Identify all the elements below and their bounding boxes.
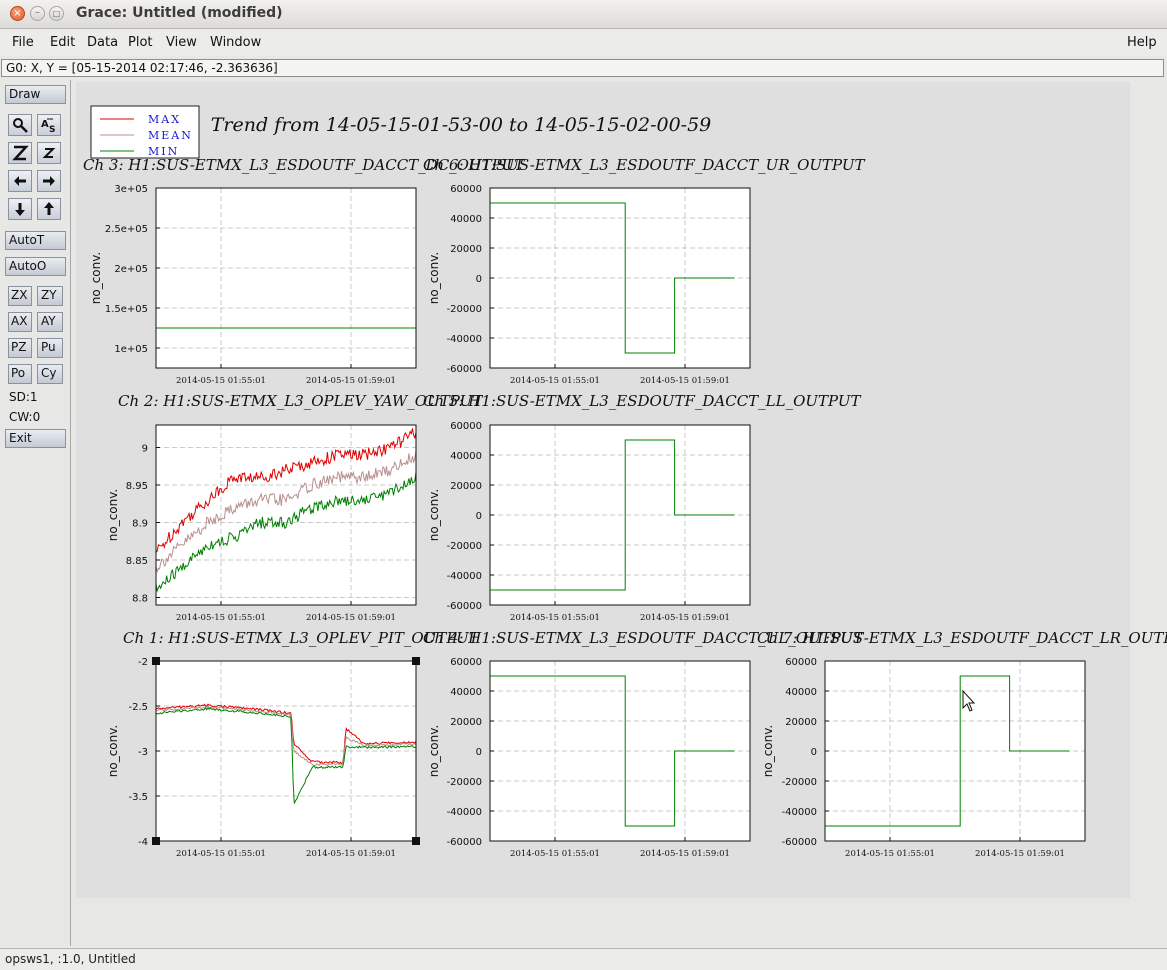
chart-ch5[interactable]: Ch 5: H1:SUS-ETMX_L3_ESDOUTF_DACCT_LL_OU… <box>423 392 862 623</box>
y-tick-label: 3e+05 <box>114 184 148 195</box>
x-tick-label: 2014-05-15 01:55:01 <box>510 376 600 386</box>
chart-title-ch5: Ch 5: H1:SUS-ETMX_L3_ESDOUTF_DACCT_LL_OU… <box>423 392 862 410</box>
y-tick-label: -4 <box>138 837 148 848</box>
y-tick-label: -3 <box>138 747 148 758</box>
selection-handle[interactable] <box>152 837 160 845</box>
y-tick-label: -20000 <box>447 777 482 788</box>
y-tick-label: -60000 <box>447 837 482 848</box>
chart-ch7[interactable]: Ch 7: H1:SUS-ETMX_L3_ESDOUTF_DACCT_LR_OU… <box>757 629 1167 859</box>
x-tick-label: 2014-05-15 01:59:01 <box>640 849 730 859</box>
selection-handle[interactable] <box>412 837 420 845</box>
x-tick-label: 2014-05-15 01:55:01 <box>845 849 935 859</box>
y-tick-label: -20000 <box>447 541 482 552</box>
y-tick-label: 2.5e+05 <box>105 224 148 235</box>
y-tick-label: 20000 <box>785 717 817 728</box>
chart-ch6[interactable]: Ch 6: H1:SUS-ETMX_L3_ESDOUTF_DACCT_UR_OU… <box>423 156 866 386</box>
x-tick-label: 2014-05-15 01:55:01 <box>176 376 266 386</box>
y-tick-label: 60000 <box>450 184 482 195</box>
plot-area-ch3 <box>156 188 416 368</box>
y-axis-label: no_conv. <box>427 725 441 777</box>
y-tick-label: 8.9 <box>132 519 148 530</box>
y-tick-label: -20000 <box>447 304 482 315</box>
status-bar: opsws1, :1.0, Untitled <box>0 948 1167 970</box>
selection-handle[interactable] <box>152 657 160 665</box>
x-tick-label: 2014-05-15 01:59:01 <box>306 849 396 859</box>
y-tick-label: -60000 <box>447 364 482 375</box>
y-tick-label: 60000 <box>450 421 482 432</box>
y-tick-label: -40000 <box>447 807 482 818</box>
y-tick-label: -2 <box>138 657 148 668</box>
y-tick-label: -20000 <box>782 777 817 788</box>
y-tick-label: 0 <box>476 747 482 758</box>
x-tick-label: 2014-05-15 01:55:01 <box>176 613 266 623</box>
y-tick-label: 20000 <box>450 481 482 492</box>
y-tick-label: 1.5e+05 <box>105 304 148 315</box>
y-tick-label: 8.95 <box>126 481 148 492</box>
y-tick-label: -60000 <box>447 601 482 612</box>
plot-area-ch2 <box>156 425 416 605</box>
y-tick-label: 40000 <box>785 687 817 698</box>
x-tick-label: 2014-05-15 01:59:01 <box>640 613 730 623</box>
y-tick-label: 40000 <box>450 687 482 698</box>
y-tick-label: 0 <box>476 274 482 285</box>
y-axis-label: no_conv. <box>106 725 120 777</box>
chart-ch1[interactable]: Ch 1: H1:SUS-ETMX_L3_OPLEV_PIT_OUTPUT-4-… <box>106 629 480 859</box>
y-axis-label: no_conv. <box>427 489 441 541</box>
y-tick-label: 1e+05 <box>114 344 148 355</box>
x-tick-label: 2014-05-15 01:55:01 <box>510 849 600 859</box>
y-tick-label: 2e+05 <box>114 264 148 275</box>
x-tick-label: 2014-05-15 01:55:01 <box>176 849 266 859</box>
y-tick-label: -40000 <box>447 334 482 345</box>
y-tick-label: 20000 <box>450 244 482 255</box>
y-axis-label: no_conv. <box>427 252 441 304</box>
selection-handle[interactable] <box>412 657 420 665</box>
y-tick-label: 0 <box>811 747 817 758</box>
x-tick-label: 2014-05-15 01:55:01 <box>510 613 600 623</box>
y-tick-label: 0 <box>476 511 482 522</box>
plot-canvas[interactable]: Trend from 14-05-15-01-53-00 to 14-05-15… <box>0 0 1167 970</box>
x-tick-label: 2014-05-15 01:59:01 <box>640 376 730 386</box>
y-axis-label: no_conv. <box>761 725 775 777</box>
y-tick-label: 8.8 <box>132 594 148 605</box>
legend-label-mean: MEAN <box>148 129 193 142</box>
y-tick-label: 40000 <box>450 451 482 462</box>
y-tick-label: 40000 <box>450 214 482 225</box>
y-tick-label: -2.5 <box>128 702 148 713</box>
x-tick-label: 2014-05-15 01:59:01 <box>306 613 396 623</box>
legend: MAX MEAN MIN <box>90 105 200 159</box>
y-tick-label: 60000 <box>450 657 482 668</box>
legend-label-max: MAX <box>148 113 181 126</box>
y-tick-label: -40000 <box>447 571 482 582</box>
y-tick-label: 8.85 <box>126 556 148 567</box>
x-tick-label: 2014-05-15 01:59:01 <box>306 376 396 386</box>
y-tick-label: -60000 <box>782 837 817 848</box>
page-title: Trend from 14-05-15-01-53-00 to 14-05-15… <box>211 114 712 136</box>
y-tick-label: 60000 <box>785 657 817 668</box>
y-axis-label: no_conv. <box>106 489 120 541</box>
x-tick-label: 2014-05-15 01:59:01 <box>975 849 1065 859</box>
y-tick-label: -3.5 <box>128 792 148 803</box>
y-tick-label: -40000 <box>782 807 817 818</box>
y-tick-label: 9 <box>142 444 148 455</box>
chart-title-ch7: Ch 7: H1:SUS-ETMX_L3_ESDOUTF_DACCT_LR_OU… <box>757 629 1167 647</box>
y-axis-label: no_conv. <box>89 252 103 304</box>
chart-title-ch6: Ch 6: H1:SUS-ETMX_L3_ESDOUTF_DACCT_UR_OU… <box>423 156 866 174</box>
y-tick-label: 20000 <box>450 717 482 728</box>
